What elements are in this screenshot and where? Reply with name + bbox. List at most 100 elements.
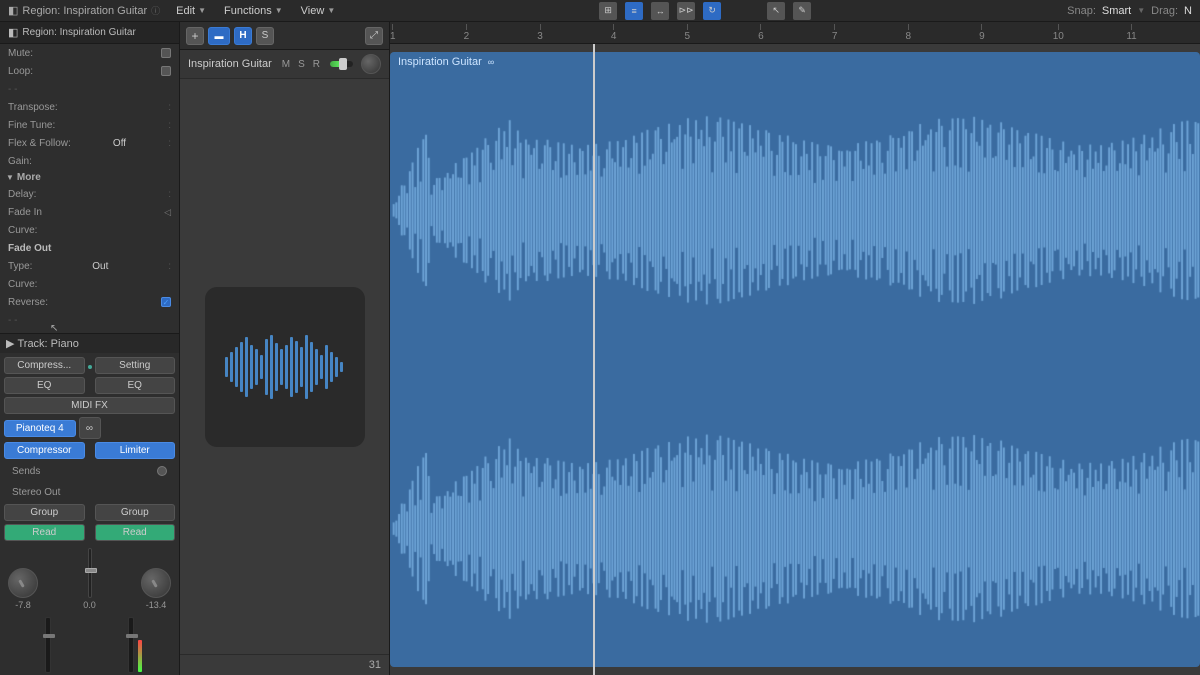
grid-btn[interactable]: ⊞ [599,2,617,20]
ruler-mark-4: 4 [611,24,617,42]
fadeout-row: Fade Out [0,239,179,257]
waveform-button[interactable]: ▬ [208,27,230,45]
mute-label: Mute: [8,48,33,59]
region-icon: ◧ [8,4,18,17]
middle-panel: + ▬ H S ⤢ Inspiration Guitar M S R [180,22,390,675]
msr-buttons: M S R [280,59,322,70]
ruler-mark-10: 10 [1053,24,1064,42]
audio-region[interactable]: Inspiration Guitar ∞ [390,52,1200,667]
H-button[interactable]: H [234,27,252,45]
flex-row: Flex & Follow: Off : [0,134,179,152]
snap-value: Smart [1102,5,1131,17]
ruler-mark-5: 5 [685,24,691,42]
level-meter [138,640,142,672]
track-triangle: ▶ [6,337,14,350]
mute-checkbox[interactable] [161,48,171,58]
eq-row: EQ EQ [4,377,175,394]
sends-label: Sends [12,466,40,477]
pointer-tool[interactable]: ↖ [767,2,785,20]
main-layout: ◧ Region: Inspiration Guitar Mute: Loop:… [0,22,1200,675]
scale-button[interactable]: ⤢ [365,27,383,45]
right-panel: 123456789101112 Inspiration Guitar ∞ [390,22,1200,675]
knob-value-2: -13.4 [146,600,167,610]
compressor-row: Compressor Limiter [4,442,175,459]
group-button-1[interactable]: Group [4,504,85,521]
S-button[interactable]: S [256,27,274,45]
skip-btn[interactable]: ⊳⊳ [677,2,695,20]
playhead [593,44,595,675]
view-menu[interactable]: View ▼ [293,3,344,19]
curve-row-2: Curve: [0,275,179,293]
loop-row: Loop: [0,62,179,80]
more-section[interactable]: ▼ More [0,170,179,185]
compressor-button[interactable]: Compressor [4,442,85,459]
audio-region-header: Inspiration Guitar ∞ [398,56,494,68]
s-button[interactable]: S [296,59,307,70]
compress-button[interactable]: Compress... [4,357,85,374]
knob-group-2: -13.4 [141,568,171,610]
edit-menu[interactable]: Edit ▼ [168,3,214,19]
r-button[interactable]: R [311,59,322,70]
type-value: Out [92,261,108,272]
menu-bar: Edit ▼ Functions ▼ View ▼ [168,3,343,19]
view-menu-chevron: ▼ [327,6,335,15]
finetune-label: Fine Tune: [8,120,55,131]
curve-label-1: Curve: [8,225,37,236]
mute-row: Mute: [0,44,179,62]
pianoteq-button[interactable]: Pianoteq 4 [4,420,76,437]
midifx-row: MIDI FX [4,397,175,414]
region-volume-fader[interactable] [330,61,353,67]
limiter-button[interactable]: Limiter [95,442,176,459]
region-fader-handle[interactable] [339,58,347,70]
cursor-btn[interactable]: ↔ [651,2,669,20]
region-label: ◧ Region: Inspiration Guitar ⓘ [8,4,160,17]
curve-row-1: Curve: [0,221,179,239]
timeline-ruler: 123456789101112 [390,22,1200,44]
mini-fader-handle-2[interactable] [126,634,138,638]
read-button-2[interactable]: Read [95,524,176,541]
volume-knob-1[interactable] [8,568,38,598]
ruler-mark-7: 7 [832,24,838,42]
region-info-bar: Inspiration Guitar M S R [180,50,389,79]
eq-button-2[interactable]: EQ [95,377,176,394]
loop-checkbox[interactable] [161,66,171,76]
reverse-checkbox[interactable]: ✓ [161,297,171,307]
delay-row: Delay: : [0,185,179,203]
volume-knob-2[interactable] [141,568,171,598]
functions-menu-chevron: ▼ [275,6,283,15]
drag-value: N [1184,5,1192,17]
finetune-row: Fine Tune: : [0,116,179,134]
region-name-middle: Inspiration Guitar [188,58,272,70]
list-btn[interactable]: ≡ [625,2,643,20]
eq-button-1[interactable]: EQ [4,377,85,394]
read-row: Read Read [4,524,175,541]
pencil-tool[interactable]: ✎ [793,2,811,20]
setting-button[interactable]: Setting [95,357,176,374]
audio-region-name: Inspiration Guitar [398,56,482,68]
sends-row: Sends [4,462,175,480]
region-pan-knob[interactable] [361,54,381,74]
snap-chevron: ▼ [1137,6,1145,15]
knob-value-1: -7.8 [15,600,31,610]
functions-menu[interactable]: Functions ▼ [216,3,291,19]
m-button[interactable]: M [280,59,292,70]
bar-number: 31 [180,654,389,675]
preview-waveform-svg [220,327,350,407]
track-header[interactable]: ▶ Track: Piano [0,334,179,353]
cursor-row: - - ↖ [0,311,179,329]
mini-fader-handle-1[interactable] [43,634,55,638]
group-button-2[interactable]: Group [95,504,176,521]
transpose-row: Transpose: : [0,98,179,116]
loop-btn[interactable]: ↻ [703,2,721,20]
compress-indicator [88,365,92,369]
add-button[interactable]: + [186,27,204,45]
ruler-mark-2: 2 [464,24,470,42]
toolbar-center: ⊞ ≡ ↔ ⊳⊳ ↻ ↖ ✎ [351,2,1059,20]
midifx-button[interactable]: MIDI FX [4,397,175,414]
ruler-mark-3: 3 [537,24,543,42]
read-button-1[interactable]: Read [4,524,85,541]
link-button[interactable]: ∞ [79,417,101,439]
fader-handle[interactable] [85,568,97,573]
track-controls: Compress... Setting EQ EQ MIDI FX Pianot… [0,353,179,675]
ruler-mark-9: 9 [979,24,985,42]
